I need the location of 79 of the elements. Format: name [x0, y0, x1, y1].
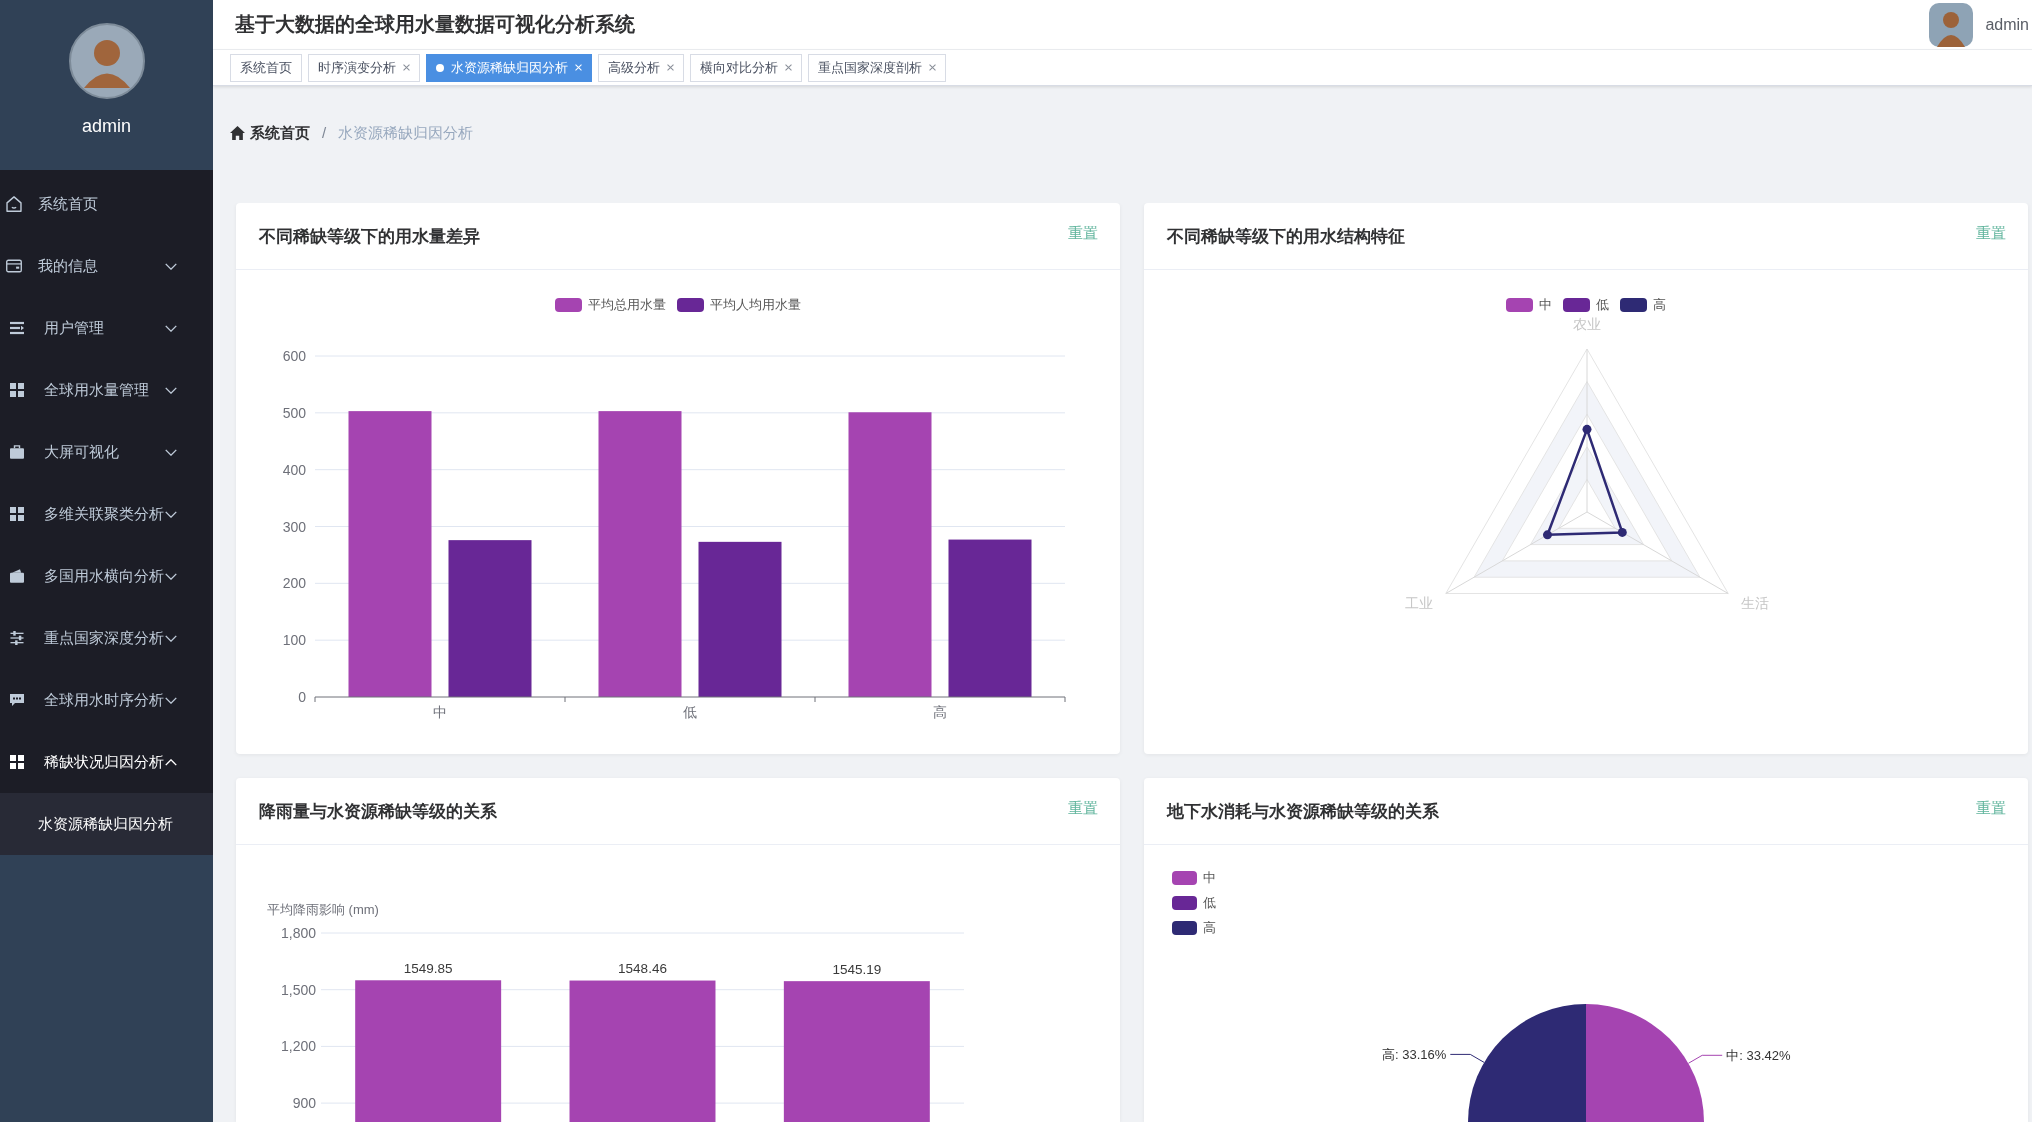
axis-label: 1,500 — [280, 981, 316, 998]
tab[interactable]: 时序演变分析 — [308, 53, 420, 82]
breadcrumb-current: 水资源稀缺归因分析 — [338, 123, 474, 143]
slice-label: 中: 33.42% — [1726, 1047, 1791, 1063]
menu-item[interactable]: 多维关联聚类分析 — [0, 483, 213, 545]
card-icon — [6, 258, 22, 274]
user-name: admin — [82, 115, 131, 137]
close-icon[interactable] — [929, 64, 936, 71]
breadcrumb-link[interactable]: 系统首页 — [230, 123, 310, 143]
axis-label: 1,200 — [280, 1038, 316, 1055]
card-title: 不同稀缺等级下的用水量差异 — [259, 225, 480, 248]
close-icon[interactable] — [403, 64, 410, 71]
axis-title: 平均降雨影响 (mm) — [267, 901, 379, 917]
active-dot-icon — [436, 63, 444, 72]
legend-label: 高 — [1203, 921, 1216, 935]
app-title: 基于大数据的全球用水量数据可视化分析系统 — [235, 12, 636, 37]
radar-point — [1582, 424, 1592, 434]
wallet-icon — [10, 569, 24, 583]
data-label: 1545.19 — [832, 961, 882, 977]
menu-item[interactable]: 用户管理 — [0, 297, 213, 359]
home-icon — [6, 196, 22, 212]
axis-label: 工业 — [1404, 595, 1433, 611]
data-label: 1548.46 — [618, 961, 667, 977]
close-icon[interactable] — [785, 64, 792, 71]
axis-label: 中 — [433, 704, 447, 720]
legend-label: 平均人均用水量 — [710, 298, 801, 312]
tab[interactable]: 系统首页 — [230, 53, 302, 82]
close-icon[interactable] — [667, 64, 674, 71]
tab[interactable]: 重点国家深度剖析 — [808, 53, 946, 82]
list-icon — [10, 321, 24, 335]
card-title: 不同稀缺等级下的用水结构特征 — [1167, 225, 1405, 248]
grid-icon — [10, 507, 24, 521]
axis-label: 0 — [298, 689, 306, 705]
grid-icon — [10, 755, 24, 769]
axis-label: 600 — [282, 348, 306, 364]
tab[interactable]: 横向对比分析 — [690, 53, 802, 82]
axis-label: 农业 — [1573, 316, 1601, 332]
menu-item[interactable]: 系统首页 — [0, 173, 213, 235]
radar-point — [1617, 527, 1627, 537]
axis-label: 500 — [282, 404, 306, 421]
user-name[interactable]: admin — [1985, 15, 2029, 34]
axis-label: 低 — [683, 704, 697, 720]
label-leader-line — [1687, 1054, 1723, 1064]
legend-label: 中 — [1539, 298, 1552, 312]
menu-item[interactable]: 全球用水时序分析 — [0, 669, 213, 731]
avatar-icon[interactable] — [1929, 2, 1974, 47]
grid-icon — [10, 383, 24, 397]
legend-label: 低 — [1203, 896, 1216, 910]
legend-label: 低 — [1596, 298, 1609, 312]
data-label: 1549.85 — [403, 960, 453, 976]
card-title: 地下水消耗与水资源稀缺等级的关系 — [1167, 800, 1439, 823]
slice-label: 高: 33.16% — [1382, 1046, 1447, 1062]
legend-label: 平均总用水量 — [588, 298, 666, 312]
menu-item[interactable]: 重点国家深度分析 — [0, 607, 213, 669]
label-leader-line — [1449, 1053, 1485, 1063]
axis-label: 200 — [282, 575, 306, 592]
menu-item[interactable]: 稀缺状况归因分析 — [0, 731, 213, 793]
tab[interactable]: 高级分析 — [598, 53, 684, 82]
radar-point — [1543, 530, 1552, 540]
axis-label: 900 — [292, 1095, 316, 1112]
chat-icon — [10, 693, 24, 707]
axis-label: 1,800 — [280, 925, 316, 941]
axis-label: 100 — [282, 632, 306, 649]
axis-label: 高 — [933, 704, 947, 720]
menu-item[interactable]: 多国用水横向分析 — [0, 545, 213, 607]
submenu-item[interactable]: 水资源稀缺归因分析 — [0, 793, 213, 855]
menu-item[interactable]: 全球用水量管理 — [0, 359, 213, 421]
sliders-icon — [10, 631, 24, 645]
legend-label: 高 — [1653, 298, 1666, 312]
menu-item[interactable]: 我的信息 — [0, 235, 213, 297]
avatar-icon — [68, 23, 145, 99]
card-title: 降雨量与水资源稀缺等级的关系 — [259, 800, 497, 823]
axis-label: 300 — [282, 518, 306, 535]
menu-item[interactable]: 大屏可视化 — [0, 421, 213, 483]
briefcase-icon — [10, 445, 24, 459]
legend-label: 中 — [1203, 871, 1216, 885]
axis-label: 400 — [282, 461, 306, 478]
breadcrumb-separator: / — [322, 123, 327, 143]
home-icon — [230, 126, 245, 140]
